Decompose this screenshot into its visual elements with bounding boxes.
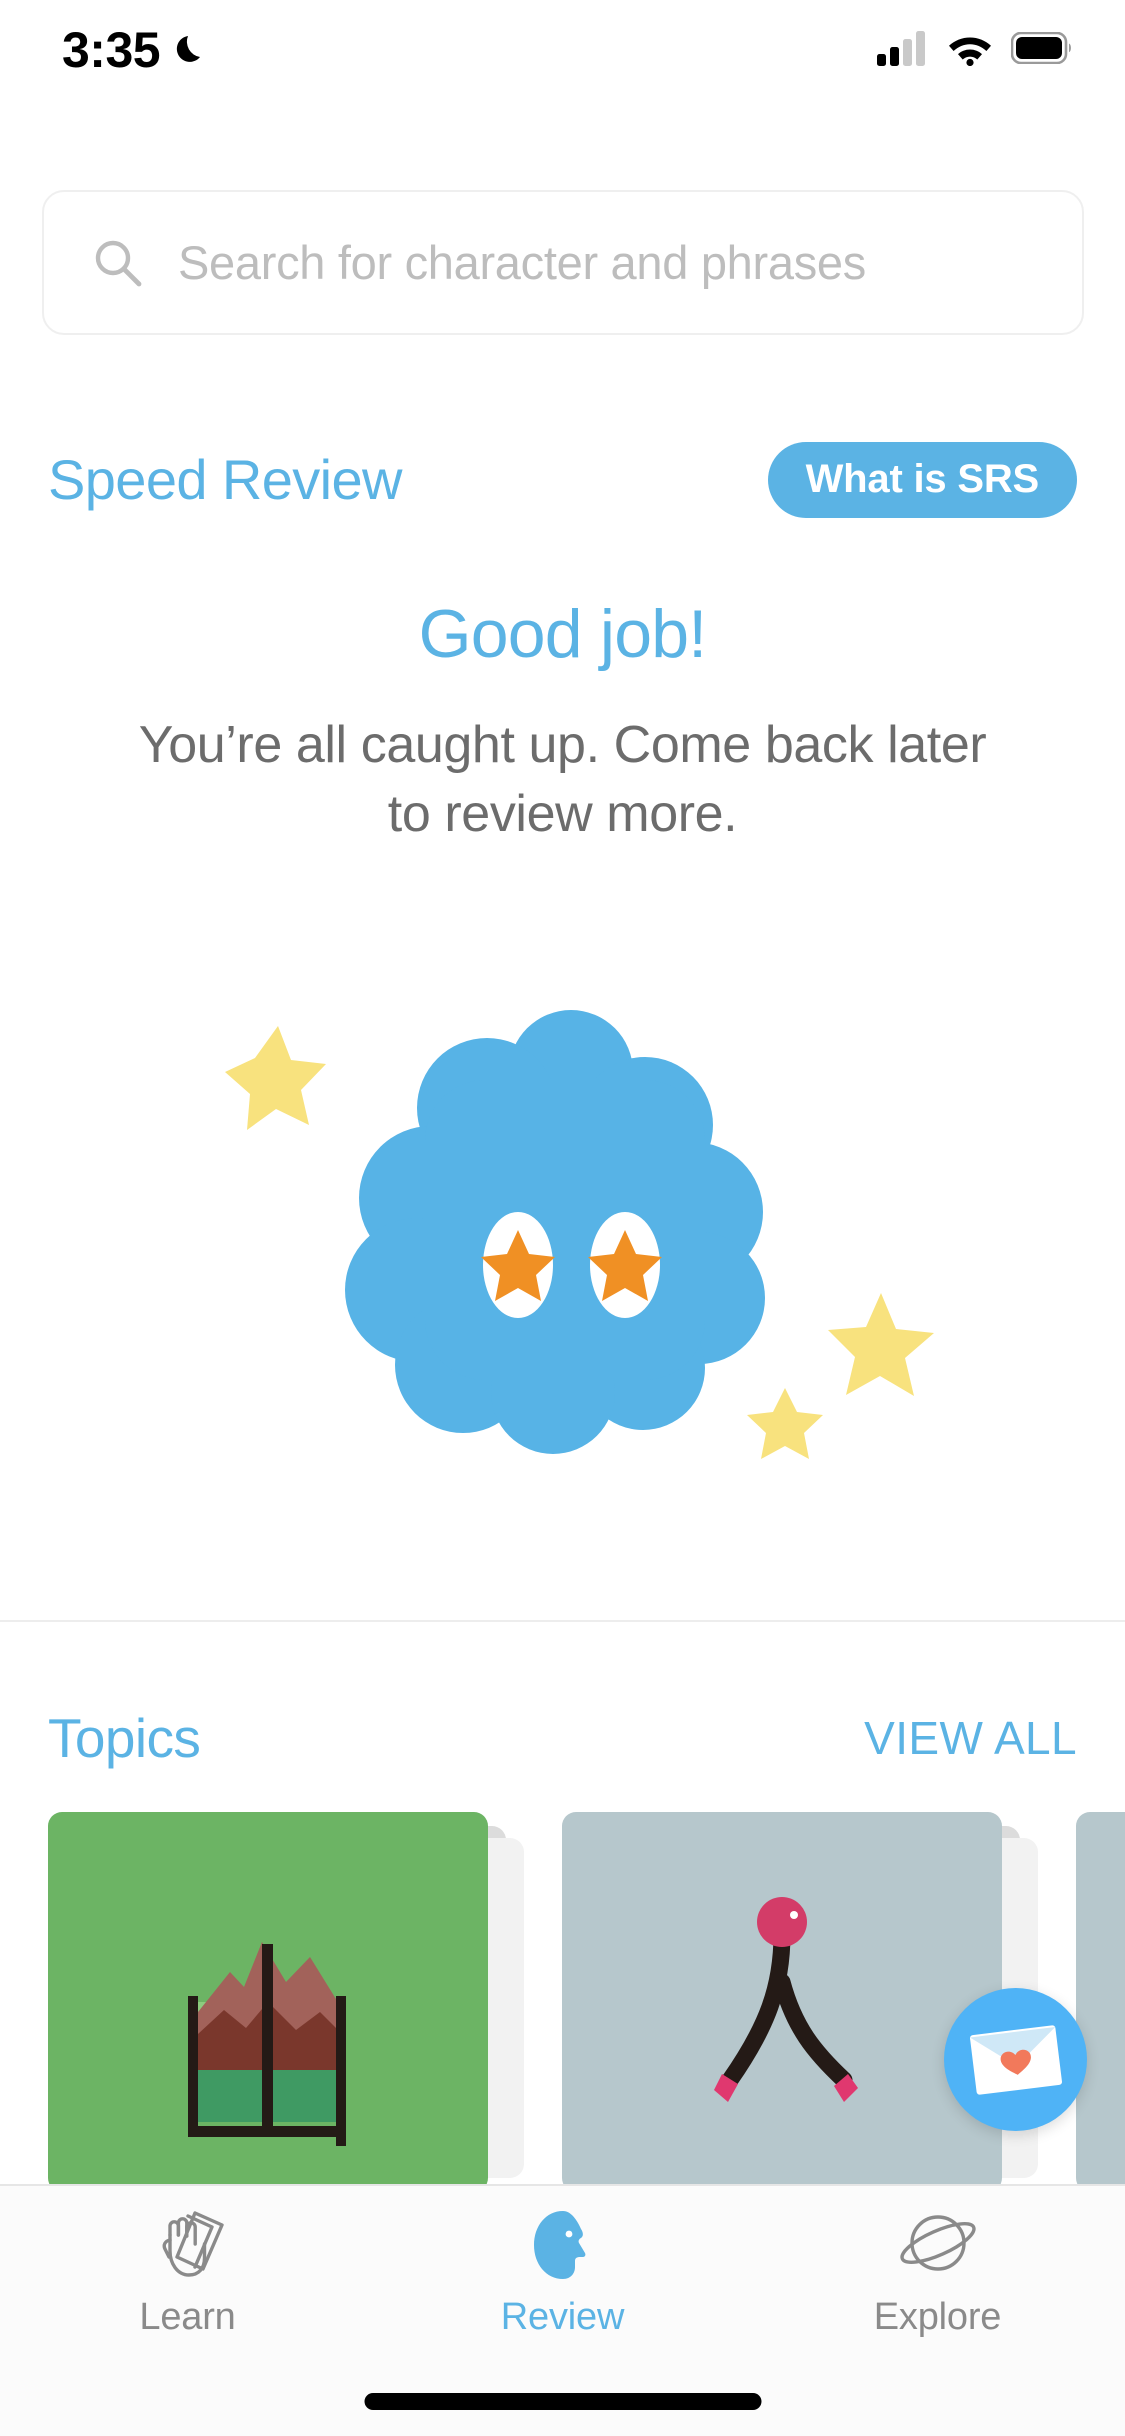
search-input[interactable]: Search for character and phrases	[42, 190, 1084, 335]
status-time: 3:35	[62, 22, 161, 78]
hand-cards-icon	[142, 2204, 234, 2286]
speed-review-header: Speed Review What is SRS	[48, 430, 1077, 530]
blue-cloud-mascot-icon	[163, 960, 963, 1460]
tab-label-explore: Explore	[873, 2296, 1002, 2338]
empty-state-heading: Good job!	[418, 596, 707, 672]
app-screen: 3:35 Search for character and phrases Sp…	[0, 0, 1125, 2436]
status-bar-left: 3:35	[62, 25, 208, 75]
tab-explore[interactable]: Explore	[750, 2204, 1125, 2372]
review-empty-state: Good job! You’re all caught up. Come bac…	[0, 595, 1125, 848]
tab-learn[interactable]: Learn	[0, 2204, 375, 2372]
topics-title: Topics	[48, 1706, 201, 1769]
card-face[interactable]	[1076, 1812, 1125, 2192]
status-bar-right	[877, 30, 1073, 71]
head-profile-icon	[517, 2204, 609, 2286]
search-icon	[92, 237, 144, 289]
empty-state-message: You’re all caught up. Come back later to…	[138, 716, 987, 843]
topic-card-mountain-window[interactable]	[48, 1812, 524, 2192]
topic-card-person[interactable]	[562, 1812, 1038, 2192]
planet-icon	[892, 2204, 984, 2286]
speed-review-title: Speed Review	[48, 448, 403, 511]
tab-label-review: Review	[500, 2296, 625, 2338]
envelope-heart-badge[interactable]	[944, 1988, 1087, 2131]
topic-card-third[interactable]	[1076, 1812, 1125, 2192]
status-bar: 3:35	[0, 0, 1125, 100]
bottom-tab-bar: Learn Review Explore	[0, 2184, 1125, 2436]
wifi-icon	[945, 30, 995, 71]
what-is-srs-button[interactable]: What is SRS	[767, 442, 1077, 518]
section-divider	[0, 1620, 1125, 1622]
search-placeholder-text: Search for character and phrases	[178, 236, 866, 289]
card-face[interactable]	[562, 1812, 1002, 2192]
crescent-moon-icon	[174, 33, 208, 67]
mountain-window-icon	[188, 1942, 346, 2146]
battery-full-icon	[1010, 31, 1073, 69]
tab-review[interactable]: Review	[375, 2204, 750, 2372]
topic-cards-strip[interactable]	[0, 1812, 1125, 2207]
person-character-icon	[714, 1897, 858, 2102]
cellular-signal-icon	[877, 30, 929, 71]
topics-header: Topics VIEW ALL	[48, 1700, 1077, 1776]
envelope-heart-icon	[969, 2024, 1062, 2095]
tab-label-learn: Learn	[139, 2296, 236, 2338]
home-indicator[interactable]	[364, 2393, 761, 2410]
card-face[interactable]	[48, 1812, 488, 2192]
view-all-link[interactable]: VIEW ALL	[864, 1715, 1077, 1761]
search-bar-container: Search for character and phrases	[42, 190, 1084, 335]
